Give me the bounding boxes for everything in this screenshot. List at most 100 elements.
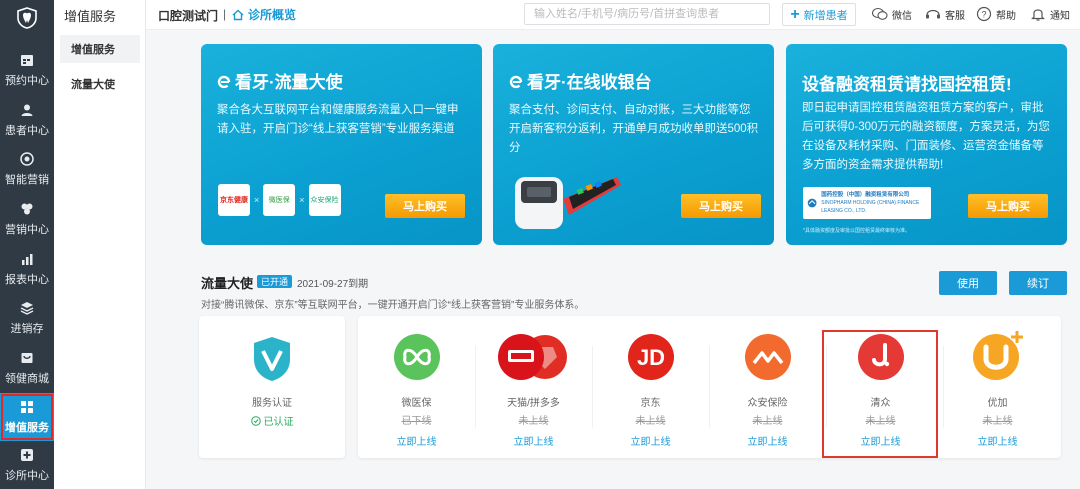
jd-health-logo: 京东健康: [218, 184, 250, 216]
submenu-item-value-added[interactable]: 增值服务: [60, 35, 140, 63]
clinic-name[interactable]: 口腔测试门: [158, 7, 218, 24]
sidebar-item-mall[interactable]: 领健商城: [0, 344, 54, 392]
main-sidebar: 预约中心 患者中心 智能营销 营销中心 报表中心 进销存 领健商城 增值服务 诊…: [0, 0, 54, 489]
sidebar-item-value-added[interactable]: 增值服务: [0, 393, 54, 441]
sinopharm-icon: [807, 198, 817, 208]
weiyibao-icon: [393, 334, 440, 380]
sidebar-item-label: 领健商城: [5, 373, 49, 385]
service-youjia: 优加 未上线 立即上线: [939, 316, 1056, 458]
company-name-en: SINOPHARM HOLDING (CHINA) FINANCE LEASIN…: [821, 200, 920, 214]
add-patient-button[interactable]: + 新增患者: [782, 3, 856, 26]
partner-logos: 京东健康 × 微医保 × 众安保险: [218, 184, 341, 216]
help-link[interactable]: ? 帮助: [976, 6, 1016, 22]
service-status: 未上线: [635, 416, 666, 427]
sidebar-item-inventory[interactable]: 进销存: [0, 294, 54, 342]
clinic-icon: [19, 447, 35, 463]
tmall-pdd-icon: [498, 334, 567, 380]
sidebar-item-label: 报表中心: [5, 274, 49, 286]
kanya-logo-icon: [217, 74, 231, 88]
service-name: 众安保险: [747, 398, 788, 409]
weiyibao-logo: 微医保: [263, 184, 296, 216]
banner-footnote: *具体融资额度及审批以国控租赁最终审核为准。: [803, 228, 910, 234]
zhongan-icon: [744, 334, 791, 380]
service-weiyibao: 微医保 已下线 立即上线: [358, 316, 475, 458]
sidebar-item-reports[interactable]: 报表中心: [0, 245, 54, 293]
company-logo: 国药控股（中国）融资租赁有限公司 SINOPHARM HOLDING (CHIN…: [803, 187, 931, 219]
service-status: 未上线: [518, 416, 549, 427]
submenu-item-traffic-ambassador[interactable]: 流量大使: [60, 70, 140, 98]
banner-description: 聚合支付、诊间支付、自动对账，三大功能等您开启新客积分返利，开通单月成功收单即送…: [509, 104, 759, 154]
certification-status-label: 已认证: [263, 417, 294, 428]
kanya-logo-icon: [509, 74, 523, 88]
buy-now-button[interactable]: 马上购买: [385, 194, 465, 218]
sidebar-item-appointment[interactable]: 预约中心: [0, 46, 54, 94]
banner-title-row: 看牙·流量大使: [217, 68, 343, 93]
svg-text:?: ?: [981, 10, 986, 20]
sidebar-item-smart-marketing[interactable]: 智能营销: [0, 145, 54, 193]
go-online-link[interactable]: 立即上线: [514, 433, 554, 448]
certification-status: 已认证: [199, 413, 345, 428]
sidebar-item-patients[interactable]: 患者中心: [0, 96, 54, 144]
company-name: 国药控股（中国）融资租赁有限公司: [821, 192, 910, 198]
service-status: 已下线: [401, 416, 432, 427]
use-button[interactable]: 使用: [939, 271, 997, 295]
person-icon: [19, 102, 35, 118]
clinic-overview-link[interactable]: 诊所概览: [232, 6, 296, 23]
times-icon: ×: [299, 195, 305, 205]
notification-label: 通知: [1050, 10, 1070, 22]
sidebar-item-label: 营销中心: [5, 224, 49, 236]
banner-traffic-ambassador[interactable]: 看牙·流量大使 聚合各大互联网平台和健康服务流量入口一键申请入驻，开启门诊“线上…: [201, 44, 482, 245]
certification-name: 服务认证: [252, 398, 292, 409]
sidebar-item-marketing[interactable]: 营销中心: [0, 195, 54, 243]
support-link[interactable]: 客服: [925, 6, 965, 22]
banner-title: 看牙·在线收银台: [527, 73, 652, 92]
jd-icon: JD: [627, 334, 674, 380]
buy-now-button[interactable]: 马上购买: [681, 194, 761, 218]
top-header: 口腔测试门 | 诊所概览 + 新增患者 微信 客服 ? 帮助 通知: [146, 0, 1080, 30]
sidebar-item-label: 诊所中心: [5, 470, 49, 482]
wechat-label: 微信: [892, 10, 912, 22]
svg-text:JD: JD: [636, 345, 664, 370]
shield-check-icon: [254, 337, 290, 381]
service-name: 优加: [987, 398, 1008, 409]
zhongan-logo: 众安保险: [308, 184, 341, 216]
plus-icon: +: [790, 5, 800, 23]
banner-description: 聚合各大互联网平台和健康服务流量入口一键申请入驻，开启门诊“线上获客营销”专业服…: [217, 104, 459, 135]
expiry-date: 2021-09-27到期: [297, 279, 369, 290]
headset-icon: [925, 6, 941, 22]
help-icon: ?: [976, 6, 992, 22]
service-name: 天猫/拼多多: [507, 398, 560, 409]
sidebar-item-clinic[interactable]: 诊所中心: [0, 441, 54, 489]
service-status: 未上线: [752, 416, 783, 427]
go-online-link[interactable]: 立即上线: [978, 433, 1018, 448]
submenu-title: 增值服务: [64, 9, 117, 24]
sidebar-item-label: 预约中心: [5, 75, 49, 87]
banner-online-cashier[interactable]: 看牙·在线收银台 聚合支付、诊间支付、自动对账，三大功能等您开启新客积分返利，开…: [493, 44, 774, 245]
service-jd: JD 京东 未上线 立即上线: [592, 316, 709, 458]
patient-search-input[interactable]: [524, 3, 770, 25]
status-badge: 已开通: [257, 275, 293, 288]
notification-link[interactable]: 通知: [1030, 6, 1070, 22]
wechat-link[interactable]: 微信: [872, 6, 912, 22]
section-title: 流量大使: [201, 276, 254, 291]
app-logo-icon[interactable]: [10, 4, 44, 32]
highlight-box: [822, 330, 938, 458]
youjia-icon: [972, 331, 1023, 380]
service-status: 未上线: [982, 416, 1013, 427]
banner-title: 设备融资租赁请找国控租赁!: [802, 75, 1012, 94]
sidebar-item-label: 增值服务: [5, 422, 49, 434]
wechat-icon: [872, 6, 888, 22]
target-icon: [19, 151, 35, 167]
company-name-block: 国药控股（中国）融资租赁有限公司 SINOPHARM HOLDING (CHIN…: [821, 191, 927, 215]
help-label: 帮助: [996, 10, 1016, 22]
renew-button[interactable]: 续订: [1009, 271, 1067, 295]
banner-title-row: 看牙·在线收银台: [509, 68, 652, 93]
go-online-link[interactable]: 立即上线: [748, 433, 788, 448]
buy-now-button[interactable]: 马上购买: [968, 194, 1048, 218]
banner-financing-lease[interactable]: 设备融资租赁请找国控租赁! 即日起申请国控租赁融资租赁方案的客户，审批后可获得0…: [786, 44, 1067, 245]
home-icon: [232, 9, 244, 21]
go-online-link[interactable]: 立即上线: [631, 433, 671, 448]
go-online-link[interactable]: 立即上线: [397, 433, 437, 448]
sidebar-item-label: 智能营销: [5, 174, 49, 186]
service-zhongan: 众安保险 未上线 立即上线: [709, 316, 826, 458]
